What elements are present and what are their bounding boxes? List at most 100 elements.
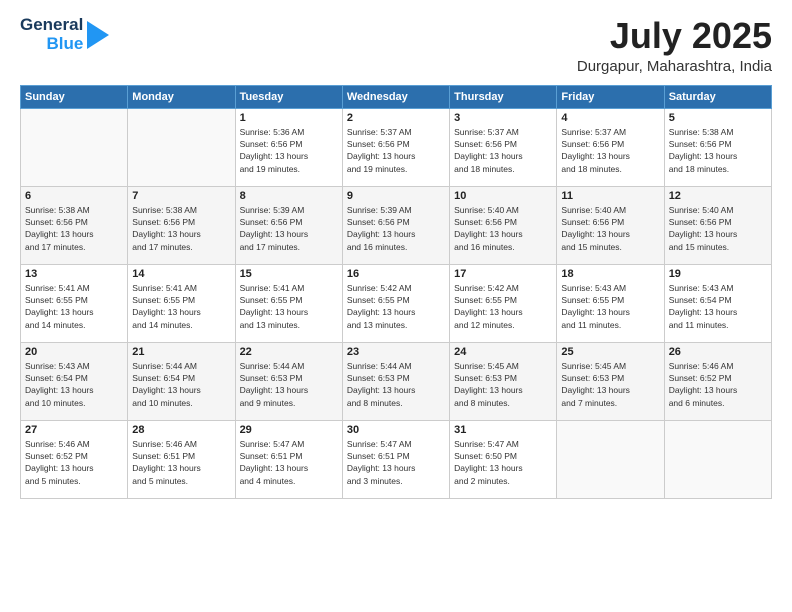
cell-info: Sunrise: 5:41 AM Sunset: 6:55 PM Dayligh… — [25, 282, 123, 331]
cell-info: Sunrise: 5:45 AM Sunset: 6:53 PM Dayligh… — [561, 360, 659, 409]
calendar-cell: 20 Sunrise: 5:43 AM Sunset: 6:54 PM Dayli… — [21, 342, 128, 420]
location: Durgapur, Maharashtra, India — [577, 58, 772, 75]
day-number: 4 — [561, 112, 659, 124]
calendar-cell: 2 Sunrise: 5:37 AM Sunset: 6:56 PM Daylig… — [342, 108, 449, 186]
day-number: 14 — [132, 268, 230, 280]
calendar-cell: 7 Sunrise: 5:38 AM Sunset: 6:56 PM Daylig… — [128, 186, 235, 264]
calendar-cell: 14 Sunrise: 5:41 AM Sunset: 6:55 PM Dayli… — [128, 264, 235, 342]
day-number: 7 — [132, 190, 230, 202]
weekday-header: Friday — [557, 85, 664, 108]
cell-info: Sunrise: 5:46 AM Sunset: 6:52 PM Dayligh… — [669, 360, 767, 409]
weekday-header: Monday — [128, 85, 235, 108]
calendar-cell: 11 Sunrise: 5:40 AM Sunset: 6:56 PM Dayli… — [557, 186, 664, 264]
calendar-cell: 18Sunrise: 5:43 AM Sunset: 6:55 PM Dayli… — [557, 264, 664, 342]
calendar-cell: 17 Sunrise: 5:42 AM Sunset: 6:55 PM Dayli… — [450, 264, 557, 342]
calendar-cell: 3 Sunrise: 5:37 AM Sunset: 6:56 PM Daylig… — [450, 108, 557, 186]
calendar-cell: 22 Sunrise: 5:44 AM Sunset: 6:53 PM Dayli… — [235, 342, 342, 420]
day-number: 28 — [132, 424, 230, 436]
calendar-cell — [21, 108, 128, 186]
day-number: 13 — [25, 268, 123, 280]
calendar-cell: 6 Sunrise: 5:38 AM Sunset: 6:56 PM Daylig… — [21, 186, 128, 264]
month-title: July 2025 — [577, 16, 772, 56]
day-number: 16 — [347, 268, 445, 280]
day-number: 2 — [347, 112, 445, 124]
cell-info: Sunrise: 5:43 AM Sunset: 6:54 PM Dayligh… — [669, 282, 767, 331]
cell-info: Sunrise: 5:38 AM Sunset: 6:56 PM Dayligh… — [25, 204, 123, 253]
calendar-cell: 15 Sunrise: 5:41 AM Sunset: 6:55 PM Dayli… — [235, 264, 342, 342]
calendar-cell: 27Sunrise: 5:46 AM Sunset: 6:52 PM Dayli… — [21, 420, 128, 498]
calendar-cell: 30Sunrise: 5:47 AM Sunset: 6:51 PM Dayli… — [342, 420, 449, 498]
cell-info: Sunrise: 5:42 AM Sunset: 6:55 PM Dayligh… — [454, 282, 552, 331]
calendar-cell: 25 Sunrise: 5:45 AM Sunset: 6:53 PM Dayli… — [557, 342, 664, 420]
cell-info: Sunrise: 5:37 AM Sunset: 6:56 PM Dayligh… — [454, 126, 552, 175]
day-number: 5 — [669, 112, 767, 124]
day-number: 1 — [240, 112, 338, 124]
calendar-cell: 13 Sunrise: 5:41 AM Sunset: 6:55 PM Dayli… — [21, 264, 128, 342]
calendar-cell: 19 Sunrise: 5:43 AM Sunset: 6:54 PM Dayli… — [664, 264, 771, 342]
cell-info: Sunrise: 5:40 AM Sunset: 6:56 PM Dayligh… — [561, 204, 659, 253]
cell-info: Sunrise: 5:41 AM Sunset: 6:55 PM Dayligh… — [240, 282, 338, 331]
day-number: 19 — [669, 268, 767, 280]
day-number: 6 — [25, 190, 123, 202]
cell-info: Sunrise: 5:47 AM Sunset: 6:50 PM Dayligh… — [454, 438, 552, 487]
day-number: 23 — [347, 346, 445, 358]
calendar-week-row: 20 Sunrise: 5:43 AM Sunset: 6:54 PM Dayli… — [21, 342, 772, 420]
calendar-cell: 5 Sunrise: 5:38 AM Sunset: 6:56 PM Daylig… — [664, 108, 771, 186]
day-number: 12 — [669, 190, 767, 202]
day-number: 31 — [454, 424, 552, 436]
day-number: 8 — [240, 190, 338, 202]
day-number: 11 — [561, 190, 659, 202]
logo-blue: Blue — [46, 35, 83, 54]
weekday-header: Sunday — [21, 85, 128, 108]
day-number: 20 — [25, 346, 123, 358]
calendar-cell: 24Sunrise: 5:45 AM Sunset: 6:53 PM Dayli… — [450, 342, 557, 420]
calendar-table: SundayMondayTuesdayWednesdayThursdayFrid… — [20, 85, 772, 499]
calendar-week-row: 6 Sunrise: 5:38 AM Sunset: 6:56 PM Daylig… — [21, 186, 772, 264]
logo-arrow-icon — [87, 21, 109, 49]
calendar-cell — [557, 420, 664, 498]
day-number: 18 — [561, 268, 659, 280]
weekday-header: Thursday — [450, 85, 557, 108]
calendar-cell: 26 Sunrise: 5:46 AM Sunset: 6:52 PM Dayli… — [664, 342, 771, 420]
weekday-header: Saturday — [664, 85, 771, 108]
cell-info: Sunrise: 5:37 AM Sunset: 6:56 PM Dayligh… — [347, 126, 445, 175]
calendar-cell — [128, 108, 235, 186]
day-number: 26 — [669, 346, 767, 358]
day-number: 27 — [25, 424, 123, 436]
calendar-cell: 29 Sunrise: 5:47 AM Sunset: 6:51 PM Dayli… — [235, 420, 342, 498]
cell-info: Sunrise: 5:38 AM Sunset: 6:56 PM Dayligh… — [669, 126, 767, 175]
cell-info: Sunrise: 5:40 AM Sunset: 6:56 PM Dayligh… — [454, 204, 552, 253]
day-number: 17 — [454, 268, 552, 280]
day-number: 3 — [454, 112, 552, 124]
cell-info: Sunrise: 5:39 AM Sunset: 6:56 PM Dayligh… — [240, 204, 338, 253]
day-number: 29 — [240, 424, 338, 436]
calendar-cell: 28 Sunrise: 5:46 AM Sunset: 6:51 PM Dayli… — [128, 420, 235, 498]
calendar-week-row: 13 Sunrise: 5:41 AM Sunset: 6:55 PM Dayli… — [21, 264, 772, 342]
calendar-cell: 8 Sunrise: 5:39 AM Sunset: 6:56 PM Daylig… — [235, 186, 342, 264]
day-number: 22 — [240, 346, 338, 358]
cell-info: Sunrise: 5:46 AM Sunset: 6:51 PM Dayligh… — [132, 438, 230, 487]
cell-info: Sunrise: 5:44 AM Sunset: 6:53 PM Dayligh… — [240, 360, 338, 409]
cell-info: Sunrise: 5:40 AM Sunset: 6:56 PM Dayligh… — [669, 204, 767, 253]
day-number: 30 — [347, 424, 445, 436]
page: General Blue July 2025 Durgapur, Maharas… — [0, 0, 792, 612]
day-number: 10 — [454, 190, 552, 202]
cell-info: Sunrise: 5:43 AM Sunset: 6:54 PM Dayligh… — [25, 360, 123, 409]
calendar-cell: 10 Sunrise: 5:40 AM Sunset: 6:56 PM Dayli… — [450, 186, 557, 264]
calendar-cell: 1Sunrise: 5:36 AM Sunset: 6:56 PM Daylig… — [235, 108, 342, 186]
calendar-cell: 4Sunrise: 5:37 AM Sunset: 6:56 PM Daylig… — [557, 108, 664, 186]
day-number: 9 — [347, 190, 445, 202]
header: General Blue July 2025 Durgapur, Maharas… — [20, 16, 772, 75]
logo: General Blue — [20, 16, 109, 53]
day-number: 15 — [240, 268, 338, 280]
calendar-week-row: 1Sunrise: 5:36 AM Sunset: 6:56 PM Daylig… — [21, 108, 772, 186]
cell-info: Sunrise: 5:38 AM Sunset: 6:56 PM Dayligh… — [132, 204, 230, 253]
day-number: 25 — [561, 346, 659, 358]
weekday-header: Tuesday — [235, 85, 342, 108]
day-number: 21 — [132, 346, 230, 358]
cell-info: Sunrise: 5:44 AM Sunset: 6:54 PM Dayligh… — [132, 360, 230, 409]
cell-info: Sunrise: 5:41 AM Sunset: 6:55 PM Dayligh… — [132, 282, 230, 331]
cell-info: Sunrise: 5:47 AM Sunset: 6:51 PM Dayligh… — [240, 438, 338, 487]
cell-info: Sunrise: 5:39 AM Sunset: 6:56 PM Dayligh… — [347, 204, 445, 253]
calendar-cell: 12 Sunrise: 5:40 AM Sunset: 6:56 PM Dayli… — [664, 186, 771, 264]
